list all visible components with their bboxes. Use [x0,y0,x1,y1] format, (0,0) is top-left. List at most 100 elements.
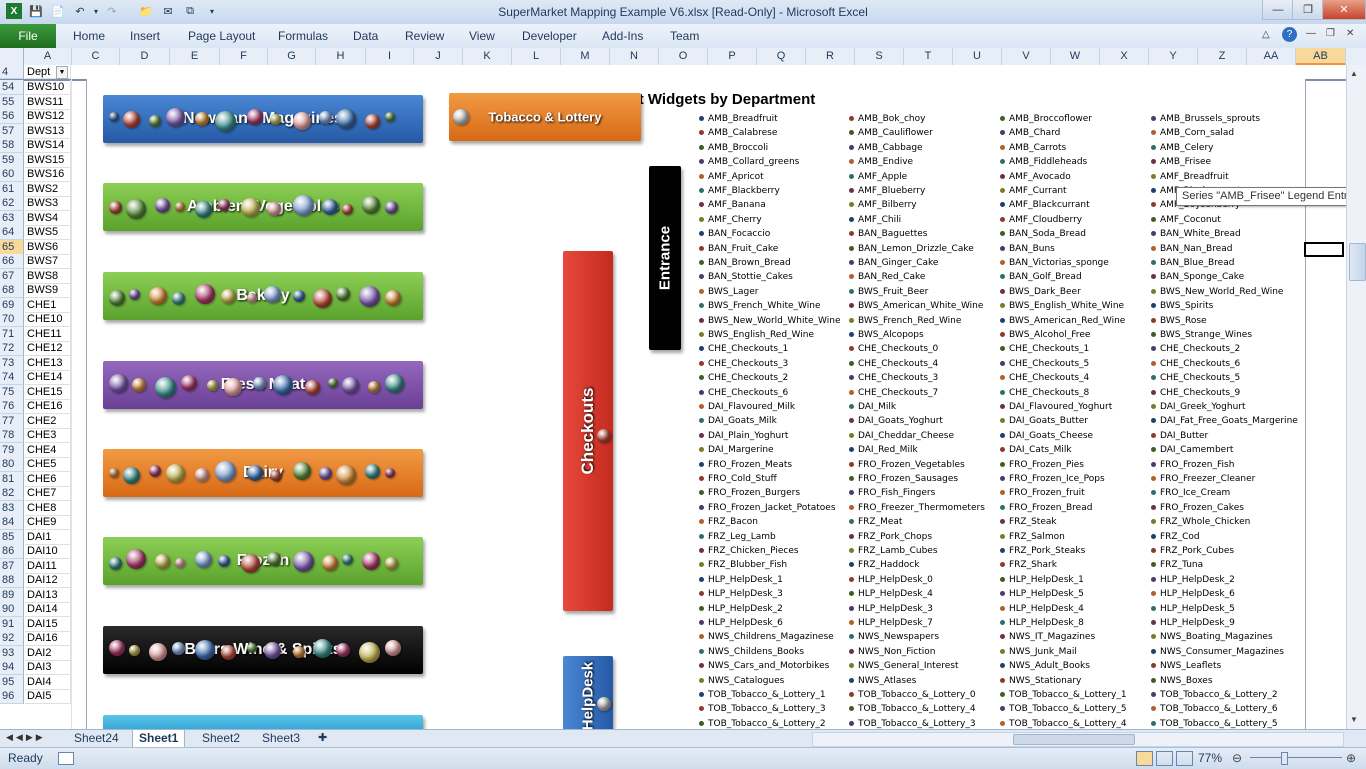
dept-cell[interactable]: CHE7 [25,486,71,501]
series-marker[interactable] [362,196,380,214]
row-header[interactable]: 61 [0,181,24,197]
zoom-out-icon[interactable]: ⊖ [1232,751,1242,765]
column-header[interactable]: C [72,48,120,65]
legend-entry[interactable]: NWS_Boxes [1151,674,1213,688]
series-marker[interactable] [129,644,140,656]
row-header[interactable]: 67 [0,268,24,284]
row-header[interactable]: 75 [0,384,24,400]
legend-entry[interactable]: BWS_Strange_Wines [1151,328,1252,342]
dept-cell[interactable]: BWS16 [25,167,71,182]
legend-entry[interactable]: CHE_Checkouts_5 [1000,357,1089,371]
legend-entry[interactable]: AMF_Cloudberry [1000,213,1082,227]
series-marker[interactable] [221,644,236,660]
save-icon[interactable]: 💾 [28,3,44,19]
legend-entry[interactable]: BAN_Nan_Bread [1151,242,1232,256]
tab-page-layout[interactable]: Page Layout [188,29,255,43]
undo-dropdown-icon[interactable]: ▾ [88,3,104,19]
legend-entry[interactable]: CHE_Checkouts_0 [849,342,938,356]
vertical-scrollbar[interactable]: ▲ ▼ [1346,65,1366,729]
legend-entry[interactable]: HLP_HelpDesk_4 [849,587,933,601]
series-marker[interactable] [175,202,185,212]
horizontal-scrollbar[interactable] [812,732,1344,747]
scroll-thumb[interactable] [1349,243,1366,281]
dept-cell[interactable]: CHE16 [25,399,71,414]
legend-entry[interactable]: AMF_Apricot [699,170,764,184]
dept-cell[interactable]: DAI16 [25,631,71,646]
dept-cell[interactable]: CHE5 [25,457,71,472]
column-header[interactable]: H [316,48,366,65]
series-marker[interactable] [273,375,293,395]
row-header[interactable]: 78 [0,428,24,443]
page-layout-view-icon[interactable] [1156,751,1173,766]
legend-entry[interactable]: AMF_Bilberry [849,198,917,212]
series-marker[interactable] [224,378,242,396]
tab-add-ins[interactable]: Add-Ins [602,29,643,43]
column-header[interactable]: E [170,48,220,65]
series-marker[interactable] [313,288,332,308]
series-marker[interactable] [453,109,469,125]
series-marker[interactable] [359,285,380,307]
series-marker[interactable] [247,109,263,125]
legend-entry[interactable]: FRZ_Whole_Chicken [1151,515,1250,529]
series-marker[interactable] [385,640,401,656]
column-header-selected[interactable]: AB [1296,48,1346,65]
series-marker[interactable] [221,288,236,304]
dept-cell[interactable]: BWS3 [25,196,71,211]
legend-entry[interactable]: FRO_Frozen_Meats [699,458,792,472]
legend-entry[interactable]: BWS_French_Red_Wine [849,314,961,328]
series-marker[interactable] [293,646,305,658]
row-header[interactable]: 66 [0,254,24,269]
row-header[interactable]: 70 [0,312,24,327]
legend-entry[interactable]: AMB_Fiddleheads [1000,155,1087,169]
dept-cell[interactable]: CHE4 [25,442,71,458]
series-marker[interactable] [195,550,212,568]
legend-entry[interactable]: CHE_Checkouts_8 [1000,386,1089,400]
tab-review[interactable]: Review [405,29,444,43]
series-marker[interactable] [342,203,353,215]
dept-cell[interactable]: CHE11 [25,326,71,342]
legend-entry[interactable]: AMF_Coconut [1151,213,1221,227]
row-header[interactable]: 63 [0,210,24,226]
legend-entry[interactable]: FRZ_Bacon [699,515,758,529]
series-marker[interactable] [109,200,122,214]
row-header[interactable]: 80 [0,457,24,472]
row-header[interactable]: 86 [0,544,24,559]
sheet-tab-active[interactable]: Sheet1 [132,730,186,748]
series-marker[interactable] [385,290,401,306]
series-marker[interactable] [270,113,281,125]
folder-icon[interactable]: 📁 [138,3,154,19]
legend-entry[interactable]: BAN_Brown_Bread [699,256,791,270]
legend-entry[interactable]: NWS_Non_Fiction [849,645,936,659]
tab-view[interactable]: View [469,29,495,43]
legend-entry[interactable]: BWS_Lager [699,285,758,299]
legend-entry[interactable]: FRO_Frozen_Burgers [699,486,800,500]
legend-entry[interactable]: BWS_Alcohol_Free [1000,328,1090,342]
row-header[interactable]: 76 [0,399,24,414]
series-marker[interactable] [175,558,185,568]
active-cell[interactable] [1304,242,1344,257]
legend-entry[interactable]: FRZ_Meat [849,515,902,529]
hscroll-thumb[interactable] [1013,734,1135,745]
dept-cell[interactable]: DAI14 [25,602,71,617]
row-header[interactable]: 65 [0,239,24,255]
series-marker[interactable] [385,468,395,478]
legend-entry[interactable]: CHE_Checkouts_2 [1151,342,1240,356]
legend-entry[interactable]: BAN_Red_Cake [849,270,925,284]
dept-cell[interactable]: CHE8 [25,500,71,516]
series-marker[interactable] [195,468,209,482]
series-marker[interactable] [342,376,359,394]
series-marker[interactable] [385,200,398,214]
legend-entry[interactable]: DAI_Milk [849,400,896,414]
column-header[interactable]: M [561,48,610,65]
column-header[interactable]: G [268,48,316,65]
dept-cell[interactable]: DAI12 [25,573,71,588]
legend-entry[interactable]: FRO_Frozen_Fish [1151,458,1234,472]
legend-entry[interactable]: FRZ_Pork_Steaks [1000,544,1085,558]
series-marker[interactable] [218,555,230,567]
column-header[interactable]: T [904,48,953,65]
series-marker[interactable] [264,641,281,659]
row-header[interactable]: 96 [0,689,24,704]
row-header[interactable]: 88 [0,573,24,588]
legend-entry[interactable]: BWS_French_White_Wine [699,299,821,313]
legend-entry[interactable]: CHE_Checkouts_7 [849,386,938,400]
